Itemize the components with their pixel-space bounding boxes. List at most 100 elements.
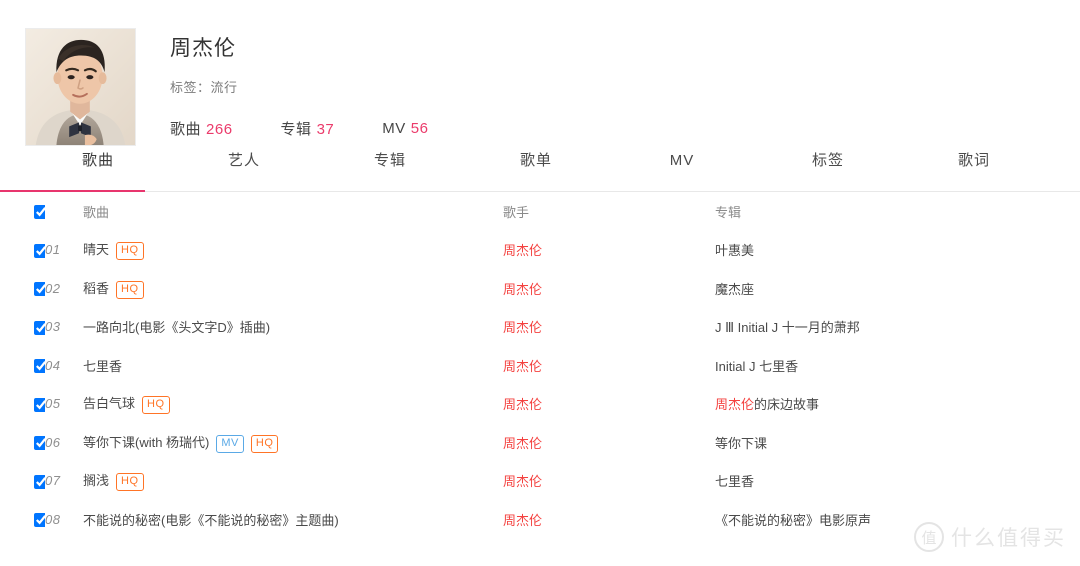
row-select-checkbox[interactable] (34, 513, 45, 528)
hq-badge[interactable]: HQ (250, 434, 279, 453)
header-title: 歌曲 (83, 204, 110, 220)
track-table: 歌曲 歌手 专辑 01 晴天 HQ 周杰伦 叶惠美 02 稻香 HQ 周杰伦 魔杰座 03 一路向北(… (0, 192, 1080, 539)
artist-meta: 周杰伦 标签：流行 歌曲 266 专辑 37 MV 56 (170, 28, 428, 139)
select-all-checkbox[interactable] (34, 205, 45, 220)
row-select-checkbox[interactable] (34, 359, 45, 374)
stat-albums-value: 37 (316, 121, 335, 139)
row-album-text: 的床边故事 (754, 397, 820, 413)
select-all-cell[interactable] (0, 192, 45, 231)
row-select-checkbox[interactable] (34, 243, 45, 258)
row-title: 七里香 (83, 358, 123, 374)
row-index: 05 (45, 396, 61, 412)
header-album: 专辑 (715, 204, 742, 220)
stat-mv-value: 56 (410, 120, 429, 138)
artist-stats: 歌曲 266 专辑 37 MV 56 (170, 118, 428, 139)
avatar[interactable] (25, 28, 136, 146)
row-select-checkbox[interactable] (34, 397, 45, 412)
table-header-row: 歌曲 歌手 专辑 (0, 192, 1080, 231)
header-artist: 歌手 (503, 204, 530, 220)
row-index: 01 (45, 242, 61, 258)
row-title-cell[interactable]: 告白气球 HQ (83, 385, 503, 424)
tab-artists[interactable]: 艺人 (171, 148, 317, 174)
row-album[interactable]: 魔杰座 (715, 269, 1080, 308)
row-title-cell[interactable]: 搁浅 HQ (83, 462, 503, 501)
row-select-checkbox[interactable] (34, 436, 45, 451)
row-album[interactable]: J Ⅲ Initial J 十一月的萧邦 (715, 308, 1080, 347)
stat-songs-value: 266 (206, 121, 233, 139)
hq-badge[interactable]: HQ (116, 280, 144, 299)
hq-badge[interactable]: HQ (116, 242, 144, 261)
table-row[interactable]: 02 稻香 HQ 周杰伦 魔杰座 (0, 269, 1080, 308)
table-row[interactable]: 01 晴天 HQ 周杰伦 叶惠美 (0, 231, 1080, 270)
row-album[interactable]: 周杰伦的床边故事 (715, 385, 1080, 424)
stat-songs-label: 歌曲 (170, 121, 202, 139)
row-select-checkbox[interactable] (34, 474, 45, 489)
stat-songs[interactable]: 歌曲 266 (170, 118, 233, 139)
artist-portrait-image (26, 29, 135, 145)
row-album[interactable]: 等你下课 (715, 423, 1080, 462)
table-row[interactable]: 08 不能说的秘密(电影《不能说的秘密》主题曲) 周杰伦 《不能说的秘密》电影原声 (0, 500, 1080, 539)
row-album[interactable]: 叶惠美 (715, 231, 1080, 270)
row-index: 07 (45, 473, 61, 489)
tab-playlists[interactable]: 歌单 (463, 148, 609, 174)
stat-albums-label: 专辑 (280, 121, 312, 139)
tab-tags[interactable]: 标签 (755, 148, 901, 174)
row-album[interactable]: 七里香 (715, 462, 1080, 501)
hq-badge[interactable]: HQ (116, 473, 144, 492)
row-select-cell[interactable] (0, 462, 45, 501)
tab-lyrics[interactable]: 歌词 (901, 148, 1047, 174)
artist-header: 周杰伦 标签：流行 歌曲 266 专辑 37 MV 56 (0, 0, 1080, 148)
table-row[interactable]: 05 告白气球 HQ 周杰伦 周杰伦的床边故事 (0, 385, 1080, 424)
row-title-cell[interactable]: 一路向北(电影《头文字D》插曲) (83, 308, 503, 347)
artist-name: 周杰伦 (170, 37, 236, 60)
mv-badge[interactable]: MV (216, 434, 244, 453)
stat-albums[interactable]: 专辑 37 (281, 118, 335, 139)
row-select-cell[interactable] (0, 385, 45, 424)
tab-mv[interactable]: MV (609, 148, 755, 174)
row-title: 一路向北(电影《头文字D》插曲) (83, 320, 271, 336)
stat-mv-label: MV (382, 120, 406, 138)
table-row[interactable]: 07 搁浅 HQ 周杰伦 七里香 (0, 462, 1080, 501)
row-title-cell[interactable]: 七里香 (83, 346, 503, 385)
row-album[interactable]: 《不能说的秘密》电影原声 (715, 500, 1080, 539)
row-index: 06 (45, 434, 61, 450)
stat-mv[interactable]: MV 56 (382, 120, 428, 137)
row-artist[interactable]: 周杰伦 (503, 231, 715, 270)
row-artist[interactable]: 周杰伦 (503, 500, 715, 539)
row-select-cell[interactable] (0, 308, 45, 347)
row-index: 02 (45, 280, 61, 296)
row-index: 08 (45, 511, 61, 527)
row-index: 04 (45, 357, 61, 373)
row-title: 告白气球 (83, 396, 136, 412)
table-row[interactable]: 03 一路向北(电影《头文字D》插曲) 周杰伦 J Ⅲ Initial J 十一月的萧… (0, 308, 1080, 347)
row-select-cell[interactable] (0, 500, 45, 539)
row-title: 搁浅 (83, 473, 110, 489)
row-select-checkbox[interactable] (34, 282, 45, 297)
row-title-cell[interactable]: 等你下课(with 杨瑞代) MV HQ (83, 423, 503, 462)
row-title-cell[interactable]: 不能说的秘密(电影《不能说的秘密》主题曲) (83, 500, 503, 539)
tab-albums[interactable]: 专辑 (317, 148, 463, 174)
artist-tag: 标签：流行 (170, 80, 238, 96)
row-artist[interactable]: 周杰伦 (503, 462, 715, 501)
row-artist[interactable]: 周杰伦 (503, 346, 715, 385)
row-artist[interactable]: 周杰伦 (503, 308, 715, 347)
row-album[interactable]: Initial J 七里香 (715, 346, 1080, 385)
row-select-cell[interactable] (0, 231, 45, 270)
row-select-cell[interactable] (0, 269, 45, 308)
row-artist[interactable]: 周杰伦 (503, 385, 715, 424)
row-title: 晴天 (83, 242, 110, 258)
row-title: 稻香 (83, 280, 110, 296)
row-title-cell[interactable]: 稻香 HQ (83, 269, 503, 308)
row-select-cell[interactable] (0, 423, 45, 462)
row-artist[interactable]: 周杰伦 (503, 423, 715, 462)
tab-bar: 歌曲 艺人 专辑 歌单 MV 标签 歌词 (0, 148, 1080, 192)
tab-songs[interactable]: 歌曲 (0, 148, 171, 192)
hq-badge[interactable]: HQ (142, 396, 170, 415)
row-artist[interactable]: 周杰伦 (503, 269, 715, 308)
row-album-highlight: 周杰伦 (715, 397, 755, 413)
row-select-cell[interactable] (0, 346, 45, 385)
row-select-checkbox[interactable] (34, 320, 45, 335)
row-title-cell[interactable]: 晴天 HQ (83, 231, 503, 270)
table-row[interactable]: 04 七里香 周杰伦 Initial J 七里香 (0, 346, 1080, 385)
table-row[interactable]: 06 等你下课(with 杨瑞代) MV HQ 周杰伦 等你下课 (0, 423, 1080, 462)
